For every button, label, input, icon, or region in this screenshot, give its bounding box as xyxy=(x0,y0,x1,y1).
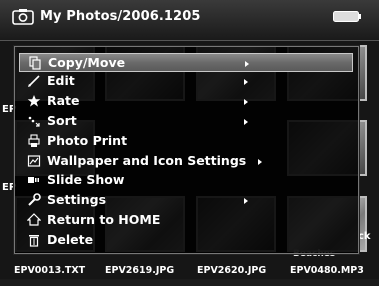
menu-item-label: Rate xyxy=(47,93,80,108)
slideshow-icon xyxy=(28,177,39,183)
submenu-arrow-icon xyxy=(244,79,248,85)
wallpaper-icon xyxy=(27,155,41,167)
battery-icon xyxy=(333,11,361,22)
menu-item-label: Return to HOME xyxy=(47,212,161,227)
menu-item-return-home[interactable]: Return to HOME xyxy=(19,211,353,230)
submenu-arrow-icon xyxy=(244,99,248,105)
menu-item-label: Slide Show xyxy=(47,172,125,187)
file-name: EPV2620.JPG xyxy=(197,265,267,276)
sort-icon xyxy=(28,116,40,127)
menu-item-delete[interactable]: Delete xyxy=(19,231,353,250)
menu-item-rate[interactable]: Rate xyxy=(19,92,353,111)
wrench-icon xyxy=(28,193,41,206)
menu-item-settings[interactable]: Settings xyxy=(19,191,353,210)
menu-item-label: Edit xyxy=(47,73,75,88)
trash-icon xyxy=(29,235,39,247)
home-icon xyxy=(27,213,41,226)
submenu-arrow-icon xyxy=(244,119,248,125)
printer-icon xyxy=(28,134,40,147)
copy-icon xyxy=(29,56,41,70)
file-name: EPV0480.MP3 xyxy=(290,265,364,276)
submenu-arrow-icon xyxy=(258,159,262,165)
thumbnail-overlay-text: ck xyxy=(358,231,371,242)
context-menu: Copy/Move Edit Rate Sort Photo Print Wal… xyxy=(14,46,359,254)
menu-item-label: Sort xyxy=(47,113,77,128)
menu-item-label: Delete xyxy=(47,232,94,247)
photo-viewer-screen: My Photos/2006.1205 EP EP Beaches ck EPV… xyxy=(0,0,379,286)
menu-item-photo-print[interactable]: Photo Print xyxy=(19,132,353,151)
pencil-icon xyxy=(28,75,40,87)
menu-item-sort[interactable]: Sort xyxy=(19,112,353,131)
menu-item-slide-show[interactable]: Slide Show xyxy=(19,171,353,190)
menu-item-copy-move[interactable]: Copy/Move xyxy=(19,53,353,72)
menu-item-label: Copy/Move xyxy=(48,55,126,70)
menu-item-label: Wallpaper and Icon Settings xyxy=(47,153,247,168)
menu-item-wallpaper-icon-settings[interactable]: Wallpaper and Icon Settings xyxy=(19,152,353,171)
menu-item-label: Settings xyxy=(47,192,107,207)
status-strip xyxy=(0,279,379,286)
camera-icon xyxy=(12,9,34,25)
star-icon xyxy=(27,95,41,107)
file-name: EPV2619.JPG xyxy=(105,265,175,276)
folder-path-title: My Photos/2006.1205 xyxy=(40,9,201,24)
menu-item-label: Photo Print xyxy=(47,133,128,148)
submenu-arrow-icon xyxy=(245,61,249,67)
file-name: EPV0013.TXT xyxy=(14,265,86,276)
title-bar: My Photos/2006.1205 xyxy=(0,0,379,41)
menu-item-edit[interactable]: Edit xyxy=(19,72,353,91)
submenu-arrow-icon xyxy=(244,198,248,204)
